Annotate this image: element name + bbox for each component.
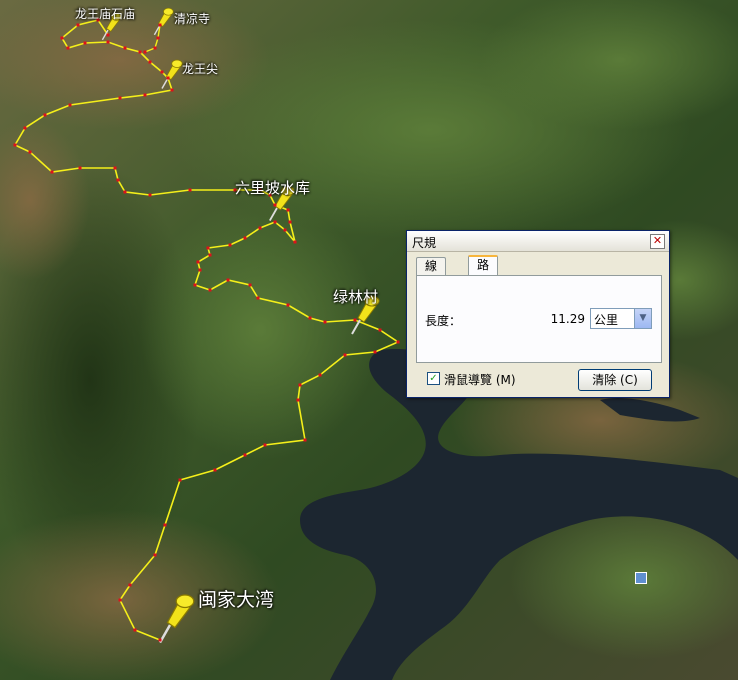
close-icon[interactable]: ✕ <box>650 234 665 249</box>
track-vertex <box>296 398 300 402</box>
track-vertex <box>188 188 192 192</box>
track-vertex <box>256 296 260 300</box>
track-vertex <box>208 253 212 257</box>
track-vertex <box>148 60 152 64</box>
track-vertex <box>243 236 247 240</box>
tab-path[interactable]: 路徑 <box>468 255 499 289</box>
track-vertex <box>123 190 127 194</box>
track-vertex <box>226 278 230 282</box>
track-vertex <box>243 453 247 457</box>
track-vertex <box>23 126 27 130</box>
track-vertex <box>343 353 347 357</box>
length-value: 11.29 <box>550 312 585 326</box>
mouse-nav-checkbox[interactable]: ✓ <box>427 372 440 385</box>
track-vertex <box>263 443 267 447</box>
track-vertex <box>123 46 127 50</box>
tab-line[interactable]: 線條 <box>416 257 447 290</box>
track-vertex <box>303 438 307 442</box>
track-vertex <box>258 226 262 230</box>
track-vertex <box>193 283 197 287</box>
track-vertex <box>96 18 100 22</box>
track-vertex <box>318 373 322 377</box>
track-vertex <box>373 350 377 354</box>
track-vertex <box>68 103 72 107</box>
track-vertex <box>76 23 80 27</box>
track-vertex <box>50 170 54 174</box>
track-vertex <box>158 638 162 642</box>
track-vertex <box>353 318 357 322</box>
track-vertex <box>143 50 147 54</box>
track-vertex <box>233 188 237 192</box>
track-vertex <box>213 468 217 472</box>
track-vertex <box>28 150 32 154</box>
map-nav-icon[interactable] <box>635 572 647 584</box>
track-vertex <box>66 46 70 50</box>
track-vertex <box>248 283 252 287</box>
tab-panel: 長度： 11.29 公里 ▼ <box>416 275 662 363</box>
track-vertex <box>113 166 117 170</box>
track-vertex <box>148 193 152 197</box>
track-vertex <box>273 203 277 207</box>
track-vertex <box>13 143 17 147</box>
clear-button[interactable]: 清除 (C) <box>578 369 652 391</box>
track-vertex <box>106 40 110 44</box>
track-vertex <box>60 36 64 40</box>
chevron-down-icon[interactable]: ▼ <box>634 309 651 328</box>
track-vertex <box>298 383 302 387</box>
track-vertex <box>163 523 167 527</box>
dialog-title: 尺規 <box>412 236 437 250</box>
track-vertex <box>166 76 170 80</box>
ruler-dialog: 尺規 ✕ 線條 路徑 長度： 11.29 公里 ▼ ✓ 滑鼠導覽 (M) 清除 … <box>406 230 670 398</box>
track-vertex <box>228 243 232 247</box>
unit-select[interactable]: 公里 ▼ <box>590 308 652 329</box>
track-vertex <box>178 478 182 482</box>
track-vertex <box>396 340 400 344</box>
track-vertex <box>206 246 210 250</box>
track-vertex <box>196 260 200 264</box>
terrain-patch <box>140 200 380 460</box>
track-vertex <box>208 288 212 292</box>
track-vertex <box>143 93 147 97</box>
dialog-titlebar[interactable]: 尺規 ✕ <box>407 231 669 252</box>
track-vertex <box>156 36 160 40</box>
track-vertex <box>83 41 87 45</box>
track-vertex <box>283 228 287 232</box>
track-vertex <box>268 193 272 197</box>
track-vertex <box>198 268 202 272</box>
length-label: 長度： <box>425 314 462 328</box>
track-vertex <box>133 628 137 632</box>
track-vertex <box>43 113 47 117</box>
track-vertex <box>293 240 297 244</box>
unit-selected: 公里 <box>594 313 619 327</box>
track-vertex <box>288 220 292 224</box>
track-vertex <box>378 328 382 332</box>
track-vertex <box>323 320 327 324</box>
track-vertex <box>258 188 262 192</box>
track-vertex <box>118 96 122 100</box>
track-vertex <box>106 33 110 37</box>
track-vertex <box>128 583 132 587</box>
track-vertex <box>118 598 122 602</box>
track-vertex <box>273 220 277 224</box>
track-vertex <box>158 23 162 27</box>
track-vertex <box>153 46 157 50</box>
mouse-nav-label: 滑鼠導覽 (M) <box>444 373 516 387</box>
track-vertex <box>116 178 120 182</box>
track-vertex <box>78 166 82 170</box>
track-vertex <box>286 303 290 307</box>
track-vertex <box>308 316 312 320</box>
track-vertex <box>153 553 157 557</box>
track-vertex <box>170 88 174 92</box>
track-vertex <box>286 208 290 212</box>
track-vertex <box>138 50 142 54</box>
track-vertex <box>160 70 164 74</box>
